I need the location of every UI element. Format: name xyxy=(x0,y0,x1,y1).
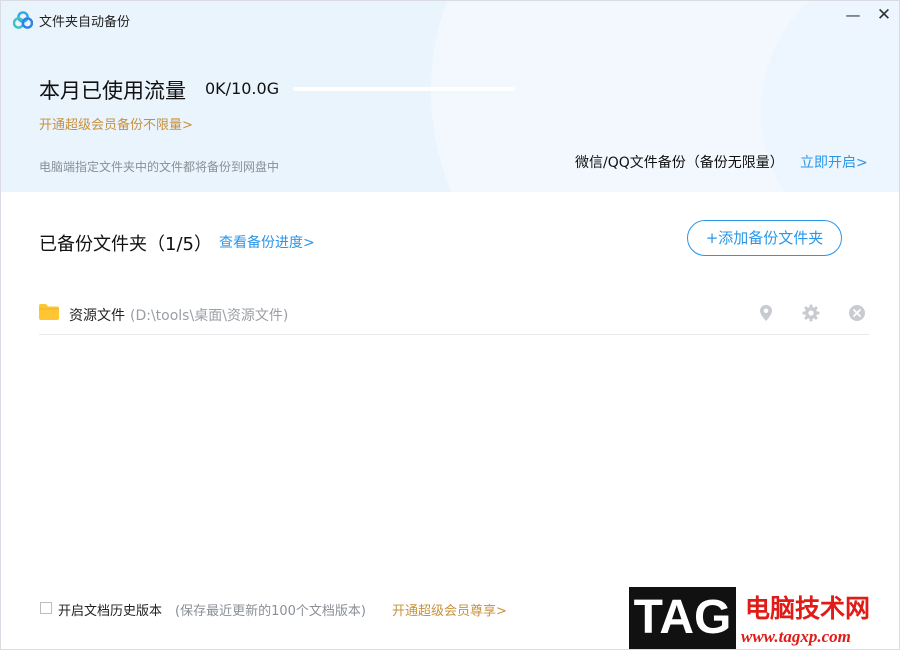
folder-row[interactable]: 资源文件 (D:\tools\桌面\资源文件) xyxy=(39,294,869,335)
history-version-label[interactable]: 开启文档历史版本 xyxy=(58,600,162,619)
upgrade-link[interactable]: 开通超级会员备份不限量> xyxy=(39,114,193,133)
history-version-note: (保存最近更新的100个文档版本) xyxy=(175,604,366,619)
watermark-url: www.tagxp.com xyxy=(741,627,851,646)
add-backup-folder-button[interactable]: +添加备份文件夹 xyxy=(687,220,842,256)
quota-value: 0K/10.0G xyxy=(205,79,280,98)
app-window: 文件夹自动备份 — ✕ 本月已使用流量 0K/10.0G 开通超级会员备份不限量… xyxy=(0,0,900,650)
quota-label: 本月已使用流量 xyxy=(39,79,186,103)
watermark-tag: TAG xyxy=(633,591,732,644)
enable-now-link[interactable]: 立即开启> xyxy=(800,152,868,172)
minimize-button[interactable]: — xyxy=(842,5,864,25)
cloud-logo-icon xyxy=(13,11,33,29)
history-version-checkbox[interactable] xyxy=(40,602,52,614)
folder-name: 资源文件 xyxy=(69,308,125,324)
watermark: TAG 电脑技术网 www.tagxp.com xyxy=(629,587,897,649)
view-progress-link[interactable]: 查看备份进度> xyxy=(219,232,315,252)
close-circle-icon[interactable] xyxy=(848,304,866,322)
wechat-qq-backup-text: 微信/QQ文件备份（备份无限量） xyxy=(575,155,784,171)
watermark-tag-box: TAG xyxy=(629,587,736,649)
location-pin-icon[interactable] xyxy=(757,304,775,322)
folder-path: (D:\tools\桌面\资源文件) xyxy=(130,308,289,324)
quota-header: 文件夹自动备份 — ✕ 本月已使用流量 0K/10.0G 开通超级会员备份不限量… xyxy=(1,1,899,192)
quota-progress-bar xyxy=(293,87,515,91)
vip-upgrade-link[interactable]: 开通超级会员尊享> xyxy=(392,600,507,619)
window-title: 文件夹自动备份 xyxy=(39,15,131,30)
close-button[interactable]: ✕ xyxy=(873,5,895,25)
gear-icon[interactable] xyxy=(802,304,820,322)
backed-up-folders-title: 已备份文件夹（1/5） xyxy=(39,234,212,255)
backup-description: 电脑端指定文件夹中的文件都将备份到网盘中 xyxy=(39,160,280,174)
folder-icon xyxy=(39,304,59,320)
watermark-site-name: 电脑技术网 xyxy=(745,594,871,623)
